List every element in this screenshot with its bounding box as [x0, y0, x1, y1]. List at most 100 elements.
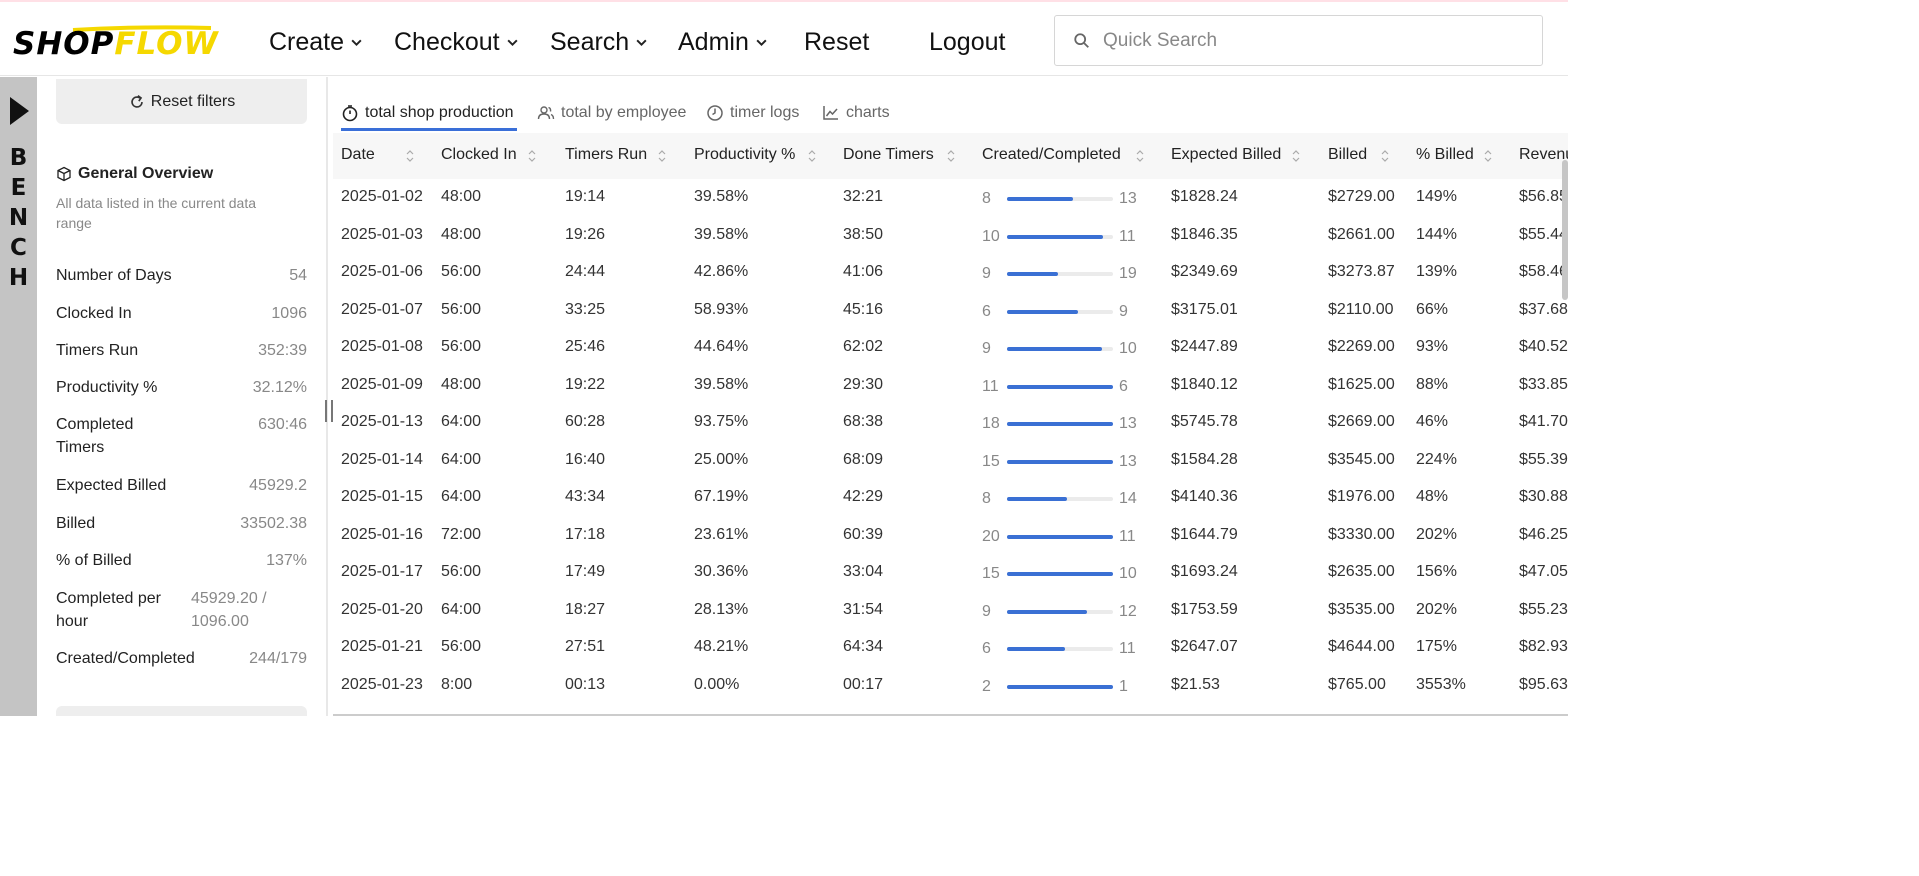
tab-charts[interactable]: charts — [822, 96, 890, 130]
cell-done-timers: 62:02 — [843, 338, 884, 355]
nav-create[interactable]: Create — [269, 28, 363, 57]
stat-value: 352:39 — [258, 342, 307, 359]
cell-clocked-in: 56:00 — [441, 300, 482, 318]
tab-total-by-employee[interactable]: total by employee — [537, 96, 686, 130]
cell-timers-run: 27:51 — [565, 638, 606, 655]
column-header[interactable]: Clocked In — [441, 146, 517, 164]
created-count: 18 — [982, 415, 1000, 432]
table-row[interactable]: 2025-01-07 56:00 33:25 58.93% 45:16 $3175.01 $… — [333, 292, 1568, 329]
horizontal-scrollbar[interactable] — [333, 714, 1568, 716]
table-row[interactable]: 2025-01-20 64:00 18:27 28.13% 31:54 $1753.59 $… — [333, 592, 1568, 629]
column-header[interactable]: % Billed — [1416, 146, 1474, 164]
panel-splitter[interactable] — [326, 77, 328, 716]
cell-revenue: $41.70 — [1519, 413, 1568, 430]
completion-bar — [1007, 609, 1113, 614]
cell-timers-run: 19:14 — [565, 188, 606, 205]
cell-date: 2025-01-23 — [341, 675, 423, 693]
tab-timer-logs[interactable]: timer logs — [706, 96, 799, 130]
sort-icon[interactable] — [808, 149, 816, 163]
column-header[interactable]: Created/Completed — [982, 146, 1121, 164]
cell-done-timers: 41:06 — [843, 263, 884, 280]
sort-icon[interactable] — [658, 149, 666, 163]
completion-bar — [1007, 684, 1113, 689]
completion-bar — [1007, 534, 1113, 539]
table-row[interactable]: 2025-01-13 64:00 60:28 93.75% 68:38 $5745.78 $… — [333, 404, 1568, 441]
created-count: 15 — [982, 565, 1000, 582]
stat-row: Clocked In 1096 — [56, 302, 307, 325]
stat-value: 45929.2 — [249, 477, 307, 494]
column-header[interactable]: Productivity % — [694, 146, 795, 164]
cell-expected-billed: $21.53 — [1171, 675, 1220, 693]
column-header[interactable]: Date — [341, 146, 375, 164]
bench-toggle[interactable]: BENCH — [0, 77, 37, 716]
column-header[interactable]: Done Timers — [843, 146, 934, 164]
column-header[interactable]: Expected Billed — [1171, 146, 1281, 164]
stat-value: 32.12% — [252, 379, 307, 396]
sort-icon[interactable] — [947, 149, 955, 163]
tab-total-shop-production[interactable]: total shop production — [341, 96, 514, 130]
completed-count: 6 — [1119, 377, 1128, 395]
table-row[interactable]: 2025-01-09 48:00 19:22 39.58% 29:30 $1840.12 $… — [333, 367, 1568, 404]
cell-billed: $765.00 — [1328, 675, 1386, 693]
shopflow-logo[interactable]: SHOPFLOW — [13, 24, 218, 64]
cell-pct-billed: 156% — [1416, 563, 1457, 580]
cell-revenue: $55.44 — [1519, 225, 1568, 243]
sort-icon[interactable] — [1292, 149, 1300, 163]
completion-bar-fill — [1007, 422, 1113, 426]
quick-search-input[interactable] — [1101, 28, 1525, 53]
column-header[interactable]: Timers Run — [565, 146, 647, 164]
splitter-handle[interactable] — [325, 400, 333, 422]
cell-clocked-in: 64:00 — [441, 600, 482, 618]
completion-bar-fill — [1007, 684, 1113, 689]
bench-letter: E — [10, 175, 27, 201]
table-row[interactable]: 2025-01-16 72:00 17:18 23.61% 60:39 $1644.79 $… — [333, 517, 1568, 554]
stat-label: Billed — [56, 515, 96, 532]
cell-productivity: 39.58% — [694, 225, 749, 243]
column-header[interactable]: Billed — [1328, 146, 1367, 164]
column-header[interactable]: Revenue — [1519, 146, 1568, 164]
cell-clocked-in: 56:00 — [441, 563, 482, 580]
cell-billed: $4644.00 — [1328, 638, 1395, 655]
table-row[interactable]: 2025-01-06 56:00 24:44 42.86% 41:06 $2349.69 $… — [333, 254, 1568, 291]
table-row[interactable]: 2025-01-21 56:00 27:51 48.21% 64:34 $2647.07 $… — [333, 629, 1568, 666]
sort-icon[interactable] — [406, 149, 414, 163]
tab-label: charts — [846, 104, 890, 121]
nav-reset[interactable]: Reset — [804, 28, 869, 57]
table-row[interactable]: 2025-01-08 56:00 25:46 44.64% 62:02 $2447.89 $… — [333, 329, 1568, 366]
cell-revenue: $33.85 — [1519, 375, 1568, 393]
completed-count: 11 — [1119, 227, 1136, 245]
sort-icon[interactable] — [1484, 149, 1492, 163]
table-row[interactable]: 2025-01-17 56:00 17:49 30.36% 33:04 $1693.24 $… — [333, 554, 1568, 591]
completion-bar — [1007, 647, 1113, 651]
stat-row: Billed 33502.38 — [56, 512, 307, 535]
table-row[interactable]: 2025-01-02 48:00 19:14 39.58% 32:21 $1828.24 $… — [333, 179, 1568, 216]
cell-productivity: 30.36% — [694, 563, 749, 580]
overview-title: General Overview — [56, 165, 213, 183]
completed-count: 13 — [1119, 415, 1137, 432]
table-row[interactable]: 2025-01-03 48:00 19:26 39.58% 38:50 $1846.35 $… — [333, 217, 1568, 254]
nav-logout[interactable]: Logout — [929, 28, 1005, 57]
cell-clocked-in: 48:00 — [441, 375, 482, 393]
quick-search-box — [1054, 15, 1543, 66]
sort-icon[interactable] — [1381, 149, 1389, 163]
logo-flow: FLOW — [114, 26, 219, 62]
cell-clocked-in: 48:00 — [441, 225, 482, 243]
nav-search[interactable]: Search — [550, 28, 648, 57]
table-row[interactable]: 2025-01-23 8:00 00:13 0.00% 00:17 $21.53 $765.… — [333, 667, 1568, 704]
vertical-scrollbar[interactable] — [1562, 160, 1568, 300]
cell-expected-billed: $2349.69 — [1171, 263, 1238, 280]
stat-label: Completed Timers — [56, 416, 134, 456]
nav-checkout[interactable]: Checkout — [394, 28, 519, 57]
table-row[interactable]: 2025-01-14 64:00 16:40 25.00% 68:09 $1584.28 $… — [333, 442, 1568, 479]
cell-date: 2025-01-13 — [341, 413, 423, 430]
sort-icon[interactable] — [528, 149, 536, 163]
cell-revenue: $95.63 — [1519, 675, 1568, 693]
nav-admin[interactable]: Admin — [678, 28, 768, 57]
cell-revenue: $58.46 — [1519, 263, 1568, 280]
sort-icon[interactable] — [1136, 149, 1144, 163]
cell-done-timers: 00:17 — [843, 675, 884, 693]
reset-filters-button[interactable]: Reset filters — [56, 79, 307, 124]
table-row[interactable]: 2025-01-15 64:00 43:34 67.19% 42:29 $4140.36 $… — [333, 479, 1568, 516]
cell-productivity: 39.58% — [694, 188, 749, 205]
cell-date: 2025-01-07 — [341, 300, 423, 318]
